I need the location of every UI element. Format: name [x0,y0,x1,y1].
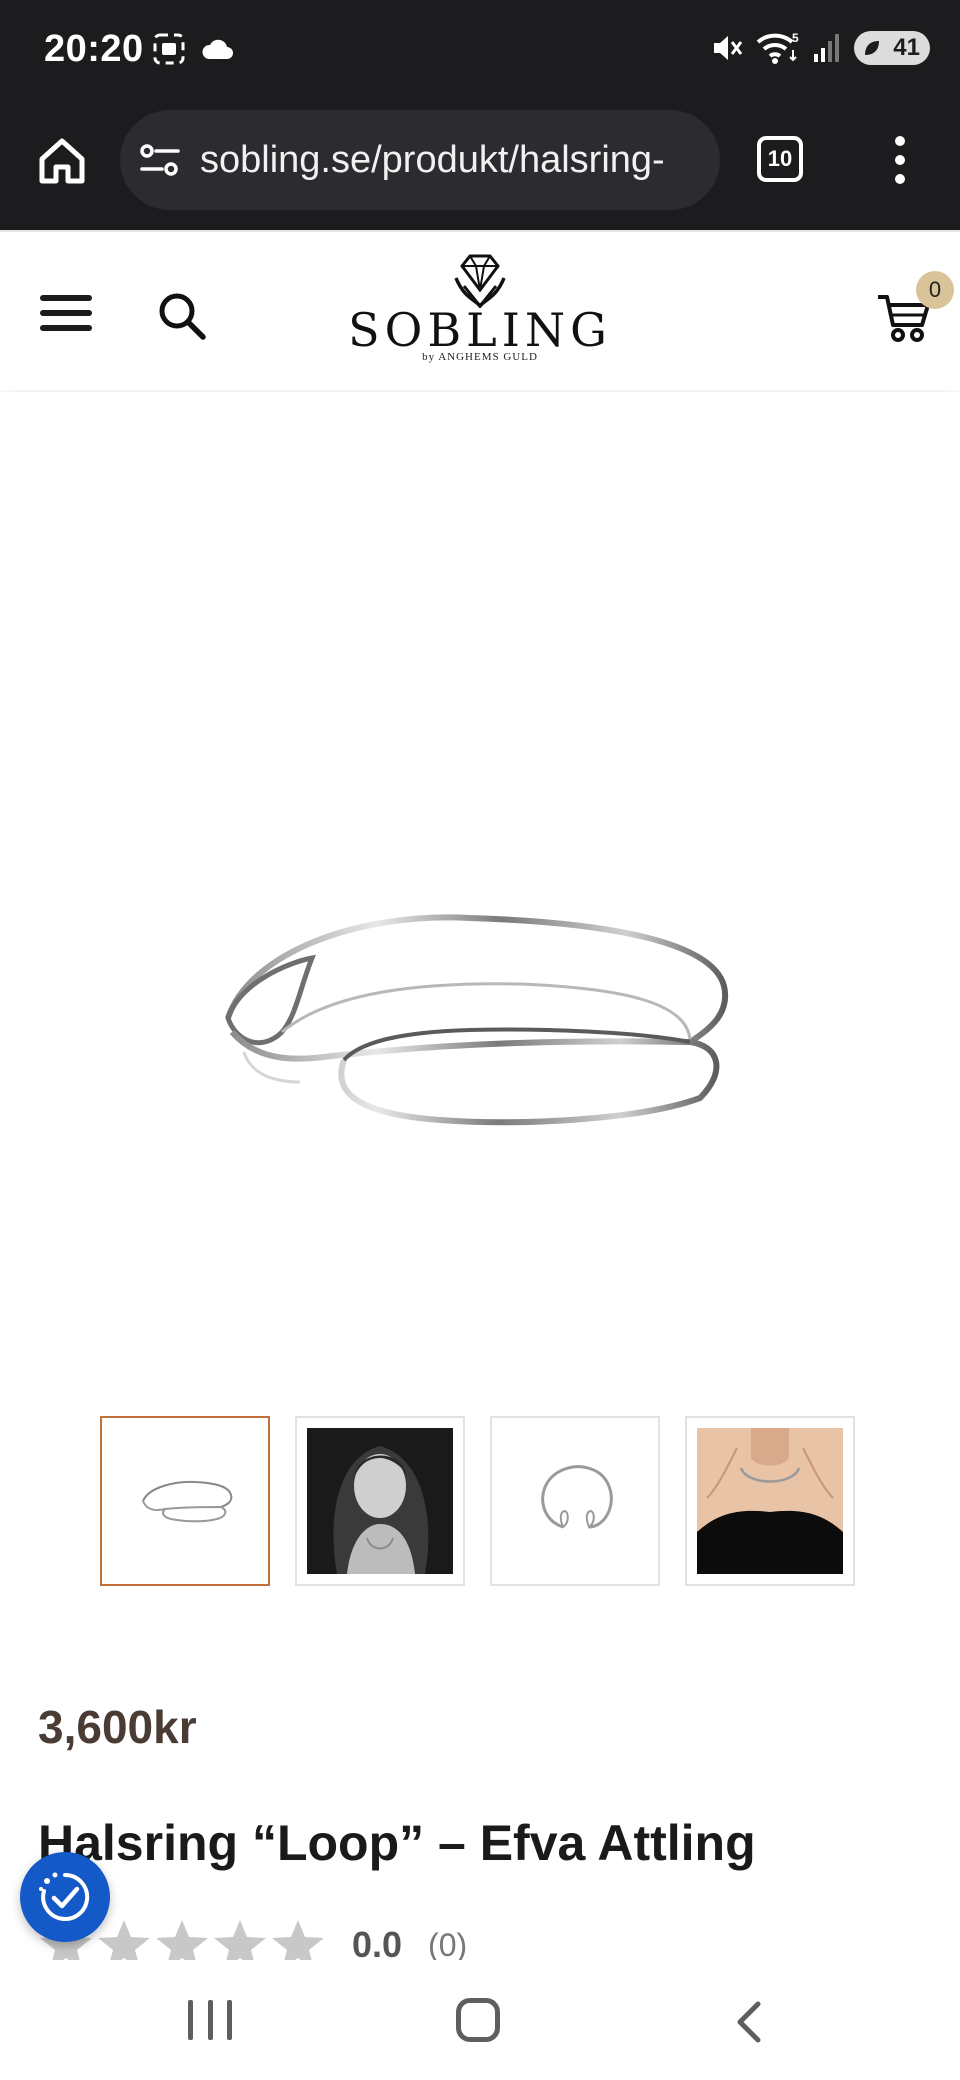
necklace-top-thumbnail-image [541,1465,613,1529]
product-main-image[interactable] [0,392,960,1382]
necklace-thumbnail-image [142,1480,233,1523]
cart-count-badge: 0 [916,271,954,309]
thumbnail-necklace-worn[interactable] [685,1416,855,1586]
thumbnail-necklace-top[interactable] [490,1416,660,1586]
accessibility-icon [39,1872,90,1921]
product-title: Halsring “Loop” – Efva Attling [38,1815,756,1871]
menu-dot [895,136,905,146]
address-bar[interactable]: sobling.se/produkt/halsring- [120,110,720,210]
battery-saver-icon [865,41,879,55]
model-portrait-image [307,1428,453,1574]
site-settings-icon[interactable] [138,140,182,180]
home-nav-icon[interactable] [456,1998,500,2042]
necklace-worn-image [697,1428,843,1574]
signal-label: 5 [792,31,799,45]
necklace-image [225,914,729,1126]
status-time: 20:20 [44,28,144,70]
menu-dot [895,174,905,184]
recent-apps-icon[interactable] [188,2000,232,2040]
search-icon[interactable] [156,290,208,342]
menu-icon[interactable] [40,295,92,331]
site-header: SOBLING by ANGHEMS GULD 0 [0,230,960,390]
url-text[interactable]: sobling.se/produkt/halsring- [200,139,665,182]
cart-button[interactable]: 0 [878,271,954,349]
diamond-logo-icon [454,254,506,308]
screenshot-icon [153,33,185,65]
mute-icon [714,36,743,60]
home-icon[interactable] [34,133,90,189]
thumbnail-necklace-side[interactable] [100,1416,270,1586]
menu-dot [895,155,905,165]
system-navigation-bar [0,1960,960,2080]
accessibility-button[interactable] [20,1852,110,1942]
status-right-icons: 5 41 [710,30,930,66]
tab-switcher-button[interactable]: 10 [757,136,803,182]
status-left-icons [152,32,234,66]
logo-wordmark: SOBLING [348,303,612,357]
battery-indicator: 41 [854,31,930,65]
rating-count: (0) [428,1926,468,1963]
status-bar: 20:20 5 41 [0,0,960,100]
back-icon[interactable] [730,2000,770,2044]
browser-menu-button[interactable] [880,136,920,184]
product-price: 3,600kr [38,1701,197,1753]
thumbnail-model-portrait[interactable] [295,1416,465,1586]
site-logo[interactable]: SOBLING by ANGHEMS GULD [340,252,620,372]
wifi-icon: 5 [756,31,799,64]
cellular-signal-icon [814,34,839,62]
thumbnail-strip [100,1416,855,1586]
browser-toolbar: sobling.se/produkt/halsring- 10 [0,100,960,230]
battery-level: 41 [893,34,920,61]
cloud-icon [202,39,233,59]
